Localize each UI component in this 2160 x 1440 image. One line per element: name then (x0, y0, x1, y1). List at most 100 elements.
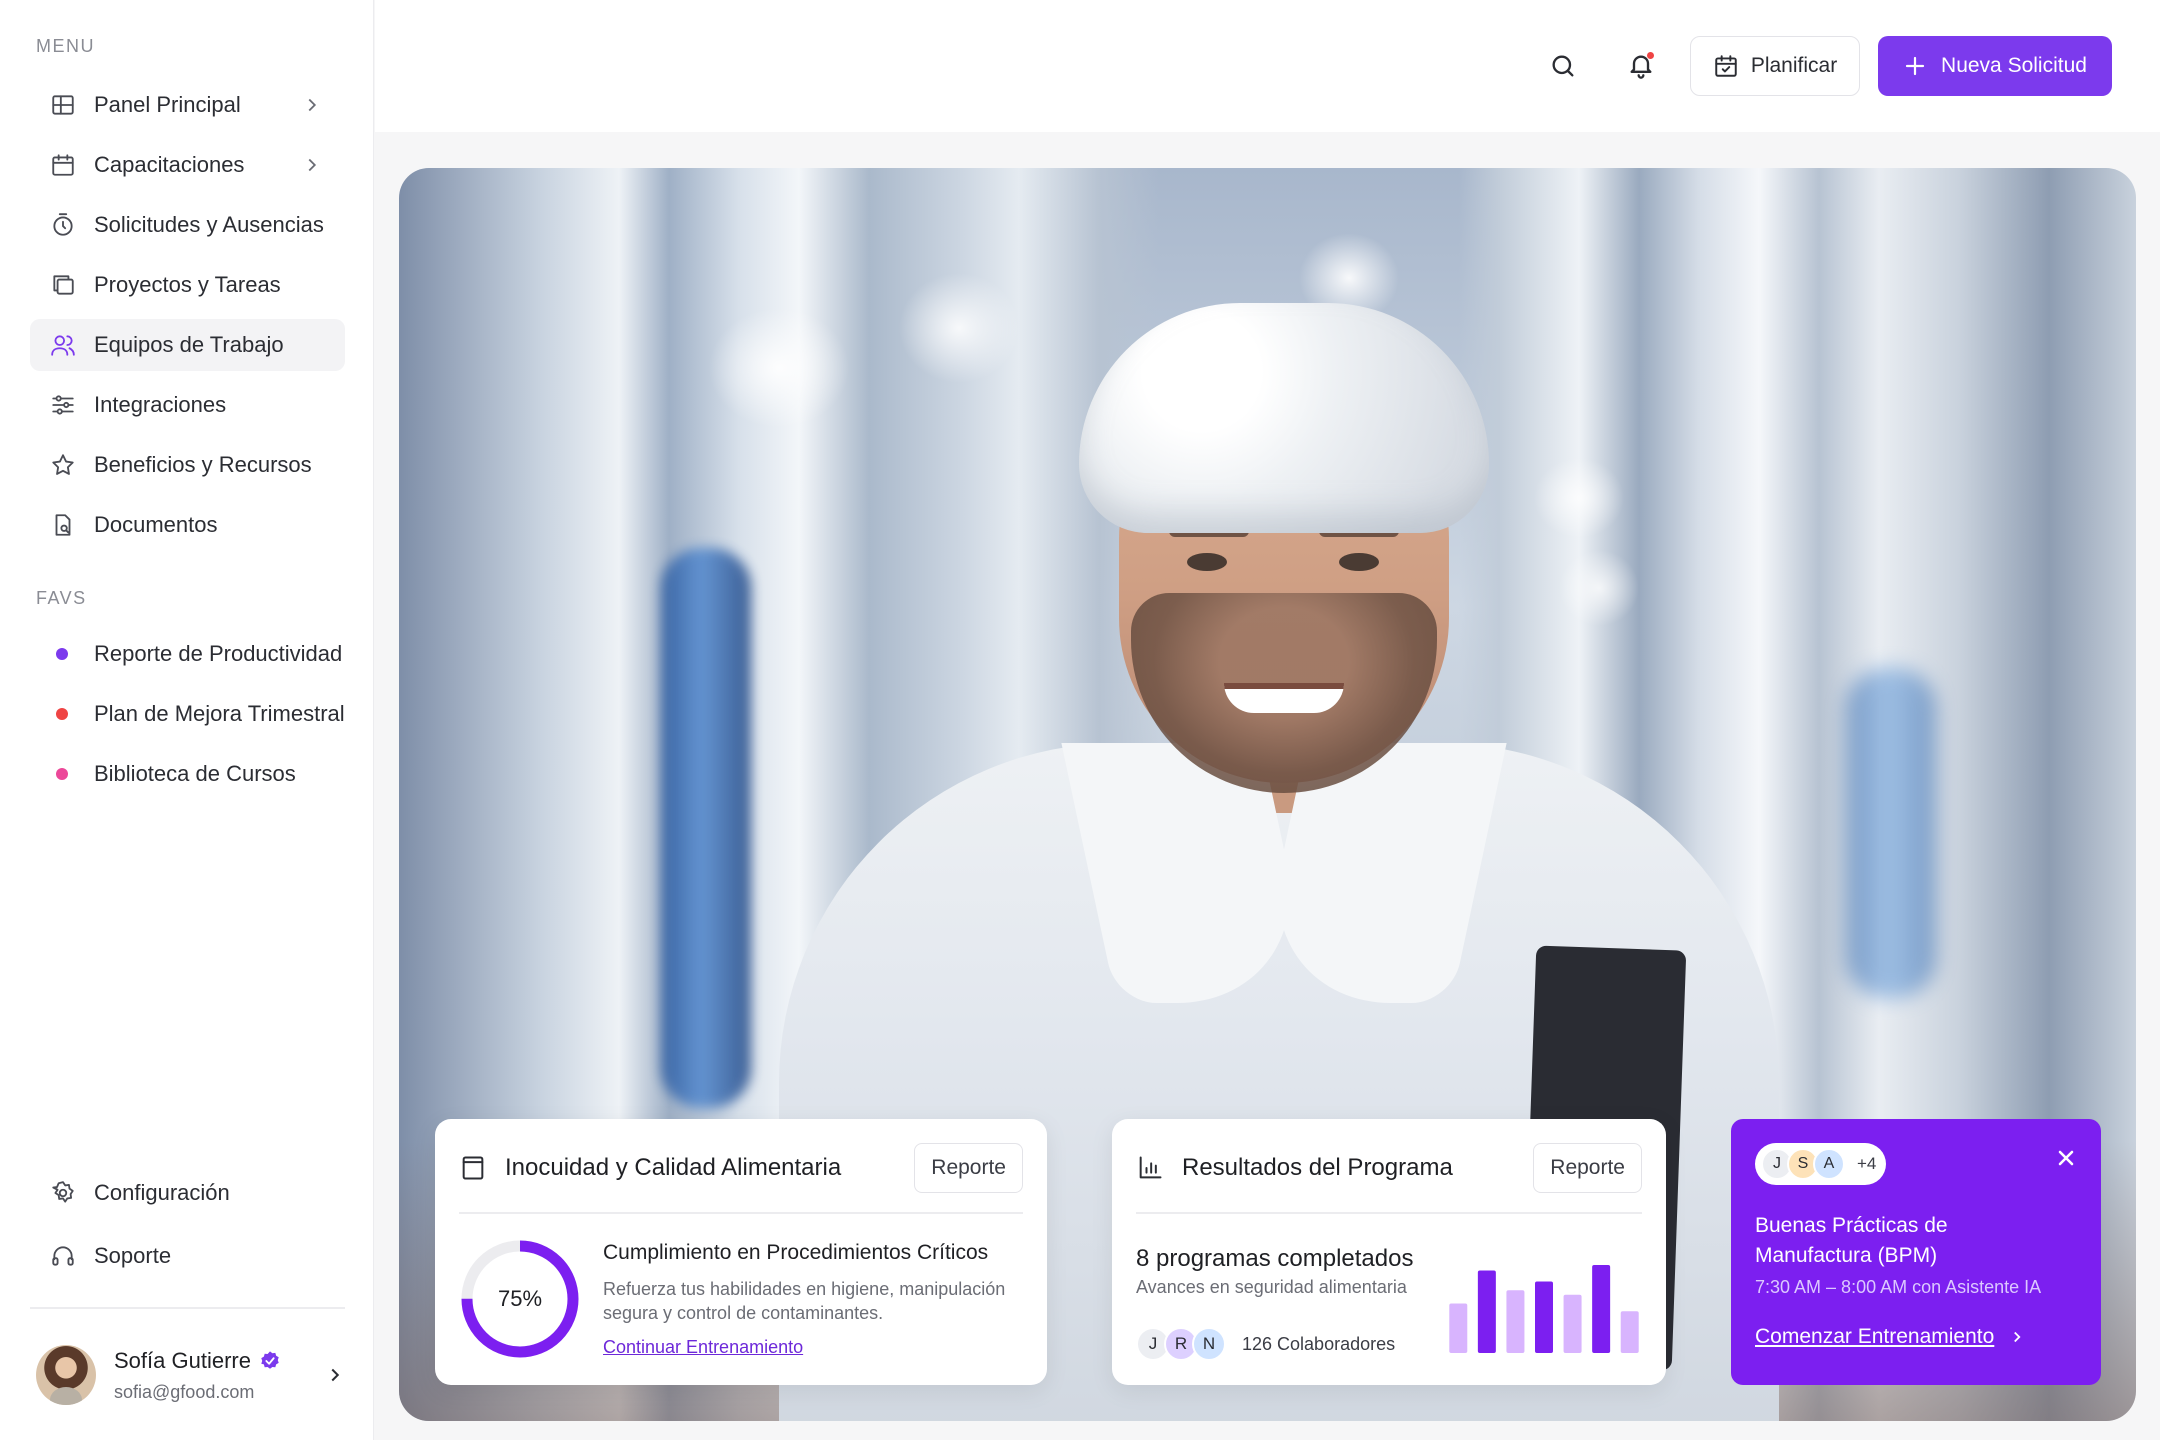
sidebar-item-proyectos[interactable]: Proyectos y Tareas (30, 259, 345, 311)
collaborators-count: 126 Colaboradores (1242, 1333, 1396, 1354)
sidebar-item-equipos[interactable]: Equipos de Trabajo (30, 319, 345, 371)
bar (1449, 1303, 1468, 1353)
sidebar-item-label: Proyectos y Tareas (94, 272, 281, 297)
folders-icon (50, 272, 76, 298)
headset-icon (50, 1243, 76, 1269)
new-request-button[interactable]: Nueva Solicitud (1878, 36, 2112, 96)
card-title: Inocuidad y Calidad Alimentaria (505, 1154, 842, 1181)
chart-icon (1139, 1156, 1162, 1179)
start-training-label: Comenzar Entrenamiento (1755, 1325, 1995, 1348)
food-safety-card: Inocuidad y Calidad Alimentaria Reporte … (435, 1119, 1047, 1385)
fav-item-label: Plan de Mejora Trimestral (94, 701, 345, 726)
sidebar-item-configuracion[interactable]: Configuración (30, 1167, 345, 1219)
collaborators-row: J R N 126 Colaboradores (1136, 1327, 1395, 1361)
sidebar: MENU Panel Principal Capacitaciones Soli… (0, 0, 374, 1440)
sidebar-item-soporte[interactable]: Soporte (30, 1230, 345, 1282)
training-promo-card: J S A +4 Buenas Prácticas de Manufactura… (1731, 1119, 2101, 1385)
start-training-link[interactable]: Comenzar Entrenamiento (1755, 1325, 2026, 1349)
sidebar-item-integraciones[interactable]: Integraciones (30, 379, 345, 431)
search-button[interactable] (1539, 42, 1587, 90)
card-title: Resultados del Programa (1182, 1154, 1453, 1181)
menu-section-label: MENU (36, 36, 95, 56)
avatar: A (1813, 1148, 1845, 1180)
sliders-icon (50, 392, 76, 418)
verified-badge-icon (261, 1350, 279, 1369)
report-button[interactable]: Reporte (1533, 1143, 1642, 1193)
promo-time: 7:30 AM – 8:00 AM con Asistente IA (1755, 1277, 2042, 1297)
bar (1563, 1294, 1582, 1353)
sidebar-item-capacitaciones[interactable]: Capacitaciones (30, 139, 345, 191)
training-heading: Cumplimiento en Procedimientos Críticos (603, 1241, 989, 1264)
continue-training-link[interactable]: Continuar Entrenamiento (603, 1337, 803, 1358)
card-divider (1136, 1212, 1642, 1214)
training-description: Refuerza tus habilidades en higiene, man… (603, 1279, 1006, 1323)
sidebar-item-label: Documentos (94, 512, 218, 537)
sidebar-item-label: Integraciones (94, 392, 227, 417)
plus-icon (1905, 56, 1925, 76)
sidebar-item-label: Beneficios y Recursos (94, 452, 312, 477)
background-blue-tank (1846, 668, 1936, 998)
program-results-card: Resultados del Programa Reporte 8 progra… (1112, 1119, 1666, 1385)
users-icon (50, 332, 76, 358)
sidebar-item-label: Panel Principal (94, 92, 241, 117)
fav-item-plan-mejora[interactable]: Plan de Mejora Trimestral (30, 688, 345, 740)
notification-dot (1647, 52, 1654, 59)
sidebar-item-panel-principal[interactable]: Panel Principal (30, 79, 345, 131)
fav-item-label: Biblioteca de Cursos (94, 761, 296, 786)
timer-icon (50, 212, 76, 238)
favs-section-label: FAVS (36, 588, 87, 608)
avatar: N (1192, 1327, 1226, 1361)
hairnet (1079, 303, 1489, 533)
sidebar-item-documentos[interactable]: Documentos (30, 499, 345, 551)
sidebar-item-label: Capacitaciones (94, 152, 245, 177)
purple-dot-icon (56, 648, 68, 660)
more-attendees: +4 (1857, 1154, 1877, 1173)
bar (1592, 1265, 1611, 1353)
bar (1506, 1290, 1525, 1353)
fav-item-label: Reporte de Productividad (94, 641, 343, 666)
plan-button[interactable]: Planificar (1690, 36, 1860, 96)
chevron-right-icon (2014, 1331, 2021, 1343)
notifications-button[interactable] (1617, 42, 1665, 90)
bar (1620, 1311, 1639, 1353)
fav-item-reporte-productividad[interactable]: Reporte de Productividad (30, 628, 345, 680)
calendar-check-icon (1715, 55, 1737, 77)
close-icon (2058, 1150, 2074, 1166)
calendar-icon (50, 152, 76, 178)
programs-completed: 8 programas completados (1136, 1245, 1414, 1272)
profile-name: Sofía Gutierre (114, 1347, 251, 1373)
star-icon (50, 452, 76, 478)
user-profile[interactable]: Sofía Gutierre sofia@gfood.com (36, 1340, 346, 1410)
fav-item-biblioteca-cursos[interactable]: Biblioteca de Cursos (30, 748, 345, 800)
plan-button-label: Planificar (1750, 54, 1838, 77)
avatar (36, 1345, 96, 1405)
top-bar: Planificar Nueva Solicitud (375, 0, 2160, 132)
chevron-right-icon (301, 94, 323, 116)
sidebar-item-label: Equipos de Trabajo (94, 332, 284, 357)
promo-title: Buenas Prácticas de Manufactura (BPM) (1755, 1214, 1948, 1267)
bar (1535, 1281, 1553, 1353)
profile-email: sofia@gfood.com (114, 1381, 255, 1402)
sidebar-item-label: Soporte (94, 1243, 172, 1268)
bar (1477, 1270, 1496, 1353)
report-button[interactable]: Reporte (914, 1143, 1023, 1193)
sidebar-item-beneficios[interactable]: Beneficios y Recursos (30, 439, 345, 491)
programs-subline: Avances en seguridad alimentaria (1136, 1277, 1407, 1297)
grid-icon (50, 92, 76, 118)
search-icon (1552, 55, 1574, 77)
new-request-label: Nueva Solicitud (1941, 54, 2087, 77)
document-search-icon (50, 512, 76, 538)
chevron-right-icon (324, 1364, 346, 1386)
background-blue-tank (661, 548, 751, 1108)
sidebar-item-solicitudes[interactable]: Solicitudes y Ausencias (30, 199, 345, 251)
card-divider (459, 1212, 1023, 1214)
sidebar-item-label: Configuración (94, 1180, 230, 1205)
sidebar-divider (30, 1307, 345, 1309)
pink-dot-icon (56, 768, 68, 780)
chevron-right-icon (301, 154, 323, 176)
sidebar-item-label: Solicitudes y Ausencias (94, 212, 324, 237)
attendees-pill: J S A +4 (1755, 1143, 1887, 1185)
book-icon (462, 1156, 484, 1180)
close-button[interactable] (2051, 1143, 2081, 1173)
progress-bar-chart (1449, 1265, 1639, 1353)
